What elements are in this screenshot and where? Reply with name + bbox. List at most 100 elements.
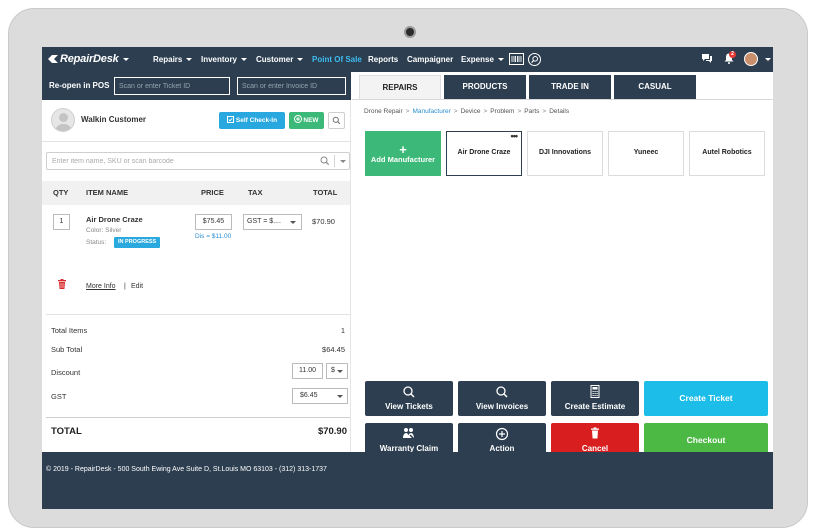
search-icon <box>332 116 341 125</box>
nav-customer[interactable]: Customer <box>256 47 304 72</box>
barcode-icon[interactable] <box>509 53 524 66</box>
breadcrumb-drone-repair[interactable]: Drone Repair <box>364 108 403 115</box>
item-status-label: Status: <box>86 239 107 246</box>
add-manufacturer-tile[interactable]: + Add Manufacturer <box>365 131 441 176</box>
tab-casual[interactable]: CASUAL <box>614 75 696 99</box>
footer-text: © 2019 - RepairDesk - 500 South Ewing Av… <box>46 466 327 473</box>
cart-table-header: QTY ITEM NAME PRICE TAX TOTAL <box>42 181 350 205</box>
grand-total-value: $70.90 <box>317 426 347 437</box>
row-total: $70.90 <box>312 217 335 226</box>
nav-point-of-sale[interactable]: Point Of Sale <box>312 47 362 72</box>
chevron-down-icon <box>241 58 248 61</box>
chevron-down-icon <box>297 58 304 61</box>
nav-expense[interactable]: Expense <box>461 47 504 72</box>
nav-campaigner[interactable]: Campaigner <box>407 47 453 72</box>
webcam-icon <box>404 26 416 38</box>
search-icon[interactable] <box>320 156 330 166</box>
add-manufacturer-label: Add Manufacturer <box>370 154 436 164</box>
manufacturer-name: DJI Innovations <box>538 149 592 157</box>
breadcrumb: Drone Repair > Manufacturer > Device > Problem… <box>364 108 569 115</box>
qty-field[interactable]: 1 <box>53 214 70 230</box>
breadcrumb-parts[interactable]: Parts <box>524 108 539 115</box>
chevron-down-icon[interactable] <box>340 160 346 163</box>
discount-label: Discount <box>51 368 81 377</box>
more-info-link[interactable]: More Info <box>86 283 116 290</box>
view-tickets-button[interactable]: View Tickets <box>365 381 453 416</box>
create-ticket-button[interactable]: Create Ticket <box>644 381 768 416</box>
breadcrumb-separator: > <box>405 108 410 115</box>
status-badge: IN PROGRESS <box>114 237 161 248</box>
subtotal-value: $64.45 <box>322 345 345 354</box>
reopen-label: Re-open in POS <box>49 81 110 90</box>
user-avatar[interactable] <box>744 52 758 66</box>
manufacturer-tile[interactable]: Air Drone Craze ••• <box>446 131 522 176</box>
item-search-input[interactable] <box>47 153 307 169</box>
item-name[interactable]: Air Drone Craze <box>86 215 143 224</box>
breadcrumb-manufacturer[interactable]: Manufacturer <box>412 108 450 115</box>
trash-icon[interactable] <box>58 279 66 289</box>
new-customer-button[interactable]: NEW <box>289 112 324 129</box>
logo-text: RepairDesk <box>60 53 119 65</box>
manufacturer-tile[interactable]: DJI Innovations <box>527 131 603 176</box>
tab-repairs[interactable]: REPAIRS <box>359 75 441 99</box>
user-menu-chevron[interactable] <box>761 47 771 72</box>
search-icon <box>403 386 415 398</box>
nav-inventory[interactable]: Inventory <box>201 47 248 72</box>
nav-customer-label: Customer <box>256 55 294 64</box>
gst-select[interactable]: $6.45 <box>292 388 348 404</box>
breadcrumb-device[interactable]: Device <box>461 108 481 115</box>
breadcrumb-problem[interactable]: Problem <box>490 108 514 115</box>
view-tickets-label: View Tickets <box>385 402 433 411</box>
customer-name[interactable]: Walkin Customer <box>81 115 146 124</box>
manufacturer-name: Autel Robotics <box>702 149 752 157</box>
discount-type-select[interactable]: $ <box>326 363 348 379</box>
logo-icon <box>48 55 58 63</box>
chevron-down-icon <box>122 58 129 61</box>
view-invoices-button[interactable]: View Invoices <box>458 381 546 416</box>
tab-trade-in[interactable]: TRADE IN <box>529 75 611 99</box>
manufacturer-tile[interactable]: Autel Robotics <box>689 131 765 176</box>
notification-badge: 2 <box>729 51 736 58</box>
divider <box>46 417 350 418</box>
tax-select[interactable]: GST = $.... <box>243 214 302 230</box>
logo[interactable]: RepairDesk <box>48 47 129 72</box>
customer-row: Walkin Customer Self Check-In NEW <box>42 100 351 142</box>
nav-reports[interactable]: Reports <box>368 47 398 72</box>
self-check-in-label: Self Check-In <box>235 117 278 124</box>
trash-icon <box>591 427 599 439</box>
grand-total-label: TOTAL <box>51 426 82 437</box>
manufacturer-name: Yuneec <box>633 149 659 157</box>
footer: © 2019 - RepairDesk - 500 South Ewing Av… <box>42 452 773 509</box>
search-icon[interactable] <box>528 53 541 66</box>
discount-input[interactable]: 11.00 <box>292 363 323 379</box>
create-estimate-button[interactable]: Create Estimate <box>551 381 639 416</box>
gst-select-value: $6.45 <box>300 392 318 399</box>
divider <box>46 314 350 315</box>
customer-avatar <box>51 108 75 132</box>
invoice-id-input[interactable] <box>237 77 346 95</box>
link-separator: | <box>124 283 126 290</box>
chat-icon[interactable] <box>701 53 713 66</box>
chevron-down-icon <box>337 370 343 373</box>
col-tax: TAX <box>248 188 263 197</box>
warranty-icon <box>403 428 415 440</box>
gst-label: GST <box>51 392 67 401</box>
nav-repairs[interactable]: Repairs <box>153 47 193 72</box>
nav-inventory-label: Inventory <box>201 55 238 64</box>
nav-expense-label: Expense <box>461 55 494 64</box>
calculator-icon <box>590 385 600 398</box>
more-options-icon[interactable]: ••• <box>511 131 519 142</box>
breadcrumb-details[interactable]: Details <box>549 108 569 115</box>
price-field[interactable]: $75.45 <box>195 214 232 230</box>
item-search-field <box>46 152 350 170</box>
tab-products[interactable]: PRODUCTS <box>444 75 526 99</box>
chevron-down-icon <box>290 221 296 224</box>
self-check-in-button[interactable]: Self Check-In <box>219 112 285 129</box>
customer-search-button[interactable] <box>328 112 345 129</box>
manufacturer-tile[interactable]: Yuneec <box>608 131 684 176</box>
ticket-id-input[interactable] <box>114 77 230 95</box>
breadcrumb-separator: > <box>453 108 458 115</box>
chevron-down-icon <box>497 58 504 61</box>
edit-link[interactable]: Edit <box>131 283 143 290</box>
total-items-label: Total Items <box>51 326 88 335</box>
